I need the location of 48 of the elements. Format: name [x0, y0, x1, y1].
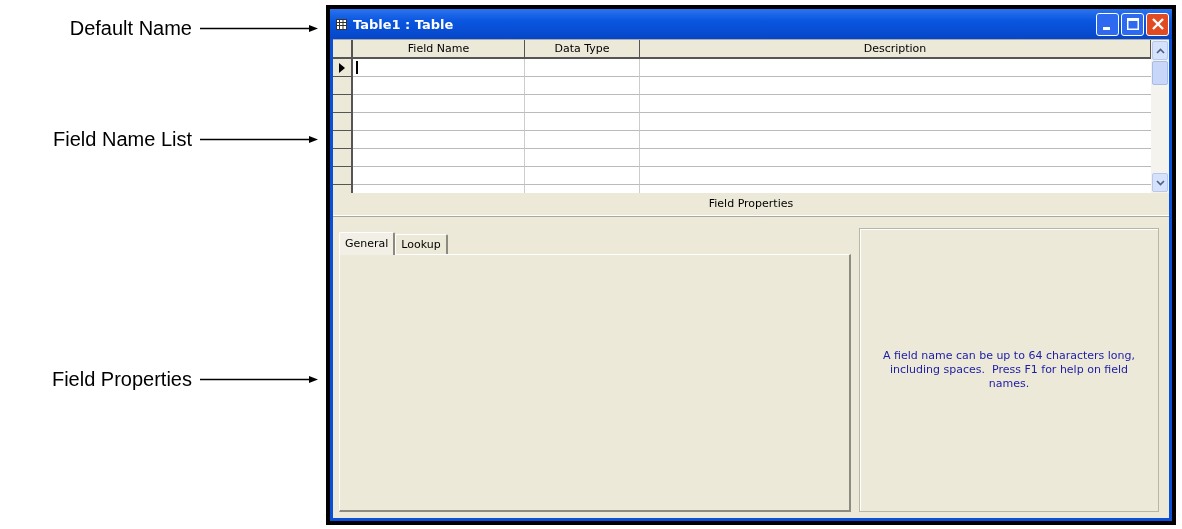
header-corner[interactable] — [333, 40, 353, 57]
table-cell[interactable] — [353, 131, 525, 149]
row-selector[interactable] — [333, 167, 353, 185]
table-cell[interactable] — [525, 113, 640, 131]
table-cell[interactable] — [525, 77, 640, 95]
column-header[interactable]: Description — [640, 40, 1151, 57]
window-title: Table1 : Table — [353, 16, 454, 32]
callout-label: Default Name — [69, 17, 192, 39]
table-cell[interactable] — [525, 149, 640, 167]
maximize-icon — [1126, 18, 1139, 30]
scroll-down-button[interactable] — [1152, 173, 1168, 192]
callout-label: Field Properties — [51, 368, 192, 390]
close-button[interactable] — [1146, 12, 1169, 36]
table-cell[interactable] — [525, 167, 640, 185]
chevron-down-icon — [1155, 179, 1165, 186]
row-selector[interactable] — [333, 95, 353, 113]
minimize-button[interactable] — [1096, 12, 1119, 36]
tab[interactable]: General — [339, 232, 396, 255]
table-cell[interactable] — [353, 113, 525, 131]
row-pointer-icon — [339, 62, 345, 73]
table-cell[interactable] — [353, 149, 525, 167]
close-icon — [1151, 18, 1164, 30]
table-cell[interactable] — [353, 95, 525, 113]
section-label: Field Properties — [333, 193, 1169, 216]
column-header[interactable]: Field Name — [353, 40, 525, 57]
table-cell[interactable] — [353, 59, 525, 77]
text-cursor — [356, 61, 358, 74]
column-header[interactable]: Data Type — [525, 40, 640, 57]
help-text: A field name can be up to 64 characters long, including spaces. Press F1 for help on field names. — [881, 349, 1137, 391]
scroll-thumb[interactable] — [1152, 61, 1168, 85]
scroll-up-button[interactable] — [1152, 41, 1168, 60]
table-cell[interactable] — [353, 77, 525, 95]
row-selector[interactable] — [333, 59, 353, 77]
minimize-icon — [1102, 26, 1110, 30]
scrollbar[interactable] — [1151, 40, 1169, 193]
table-cell[interactable] — [525, 95, 640, 113]
table-cell[interactable] — [525, 59, 640, 77]
table-cell[interactable] — [353, 167, 525, 185]
callout-label: Field Name List — [53, 128, 192, 150]
maximize-button[interactable] — [1121, 12, 1144, 36]
tab[interactable]: Lookup — [395, 234, 448, 254]
table-cell[interactable] — [525, 131, 640, 149]
row-selector[interactable] — [333, 113, 353, 131]
chevron-up-icon — [1155, 47, 1165, 54]
row-selector[interactable] — [333, 149, 353, 167]
row-selector[interactable] — [333, 131, 353, 149]
table-icon — [336, 18, 347, 30]
row-selector[interactable] — [333, 77, 353, 95]
